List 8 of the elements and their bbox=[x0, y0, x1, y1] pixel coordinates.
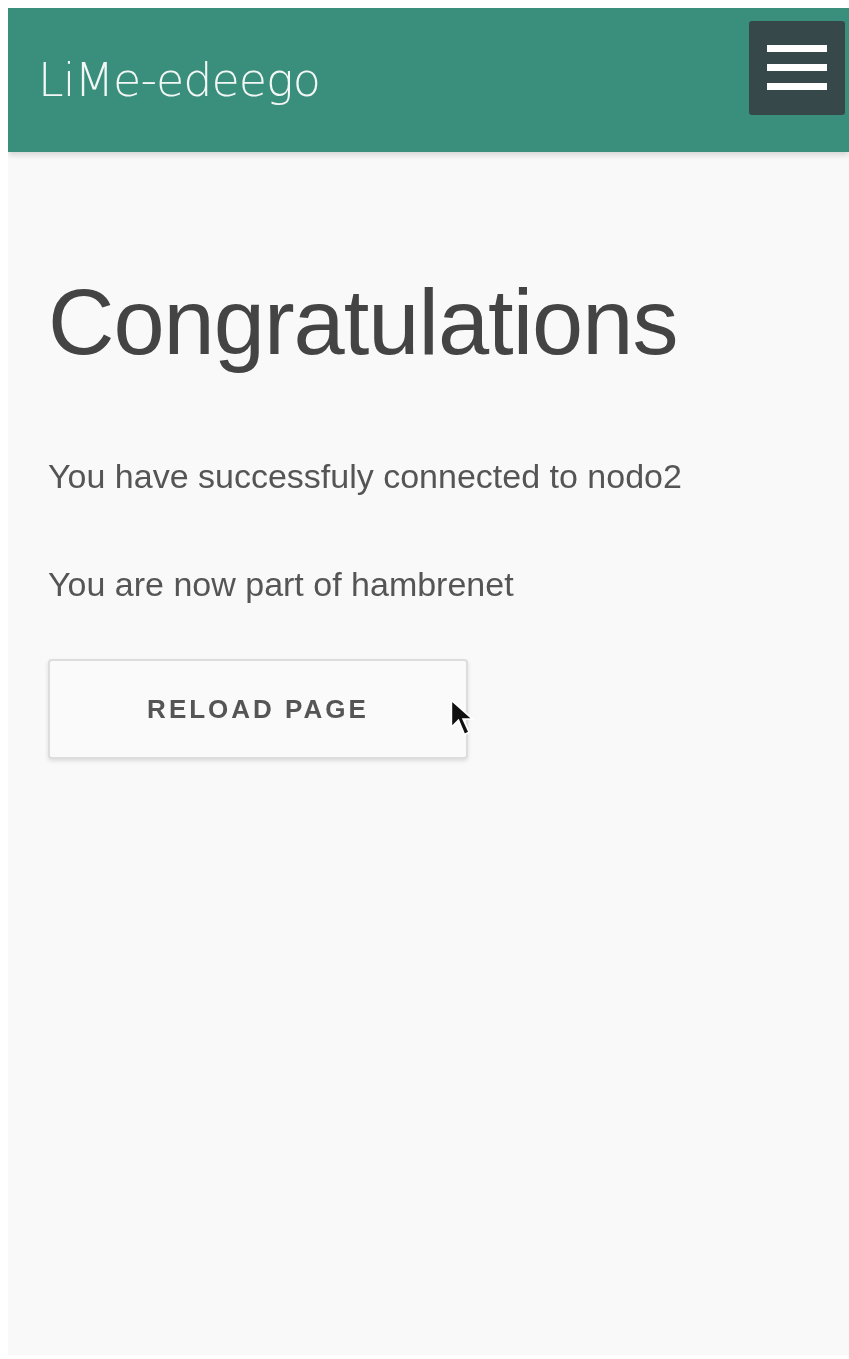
message-text: You are now part of hambrenet bbox=[48, 564, 515, 606]
page-heading: Congratulations bbox=[48, 272, 679, 374]
message-text: You have successfuly connected to nodo2 bbox=[48, 456, 683, 498]
menu-icon bbox=[767, 45, 827, 91]
reload-button[interactable]: RELOAD PAGE bbox=[48, 659, 468, 760]
cursor-icon bbox=[450, 699, 474, 738]
site-title[interactable]: LiMe-edeego bbox=[38, 53, 320, 107]
menu-button[interactable] bbox=[749, 21, 845, 115]
